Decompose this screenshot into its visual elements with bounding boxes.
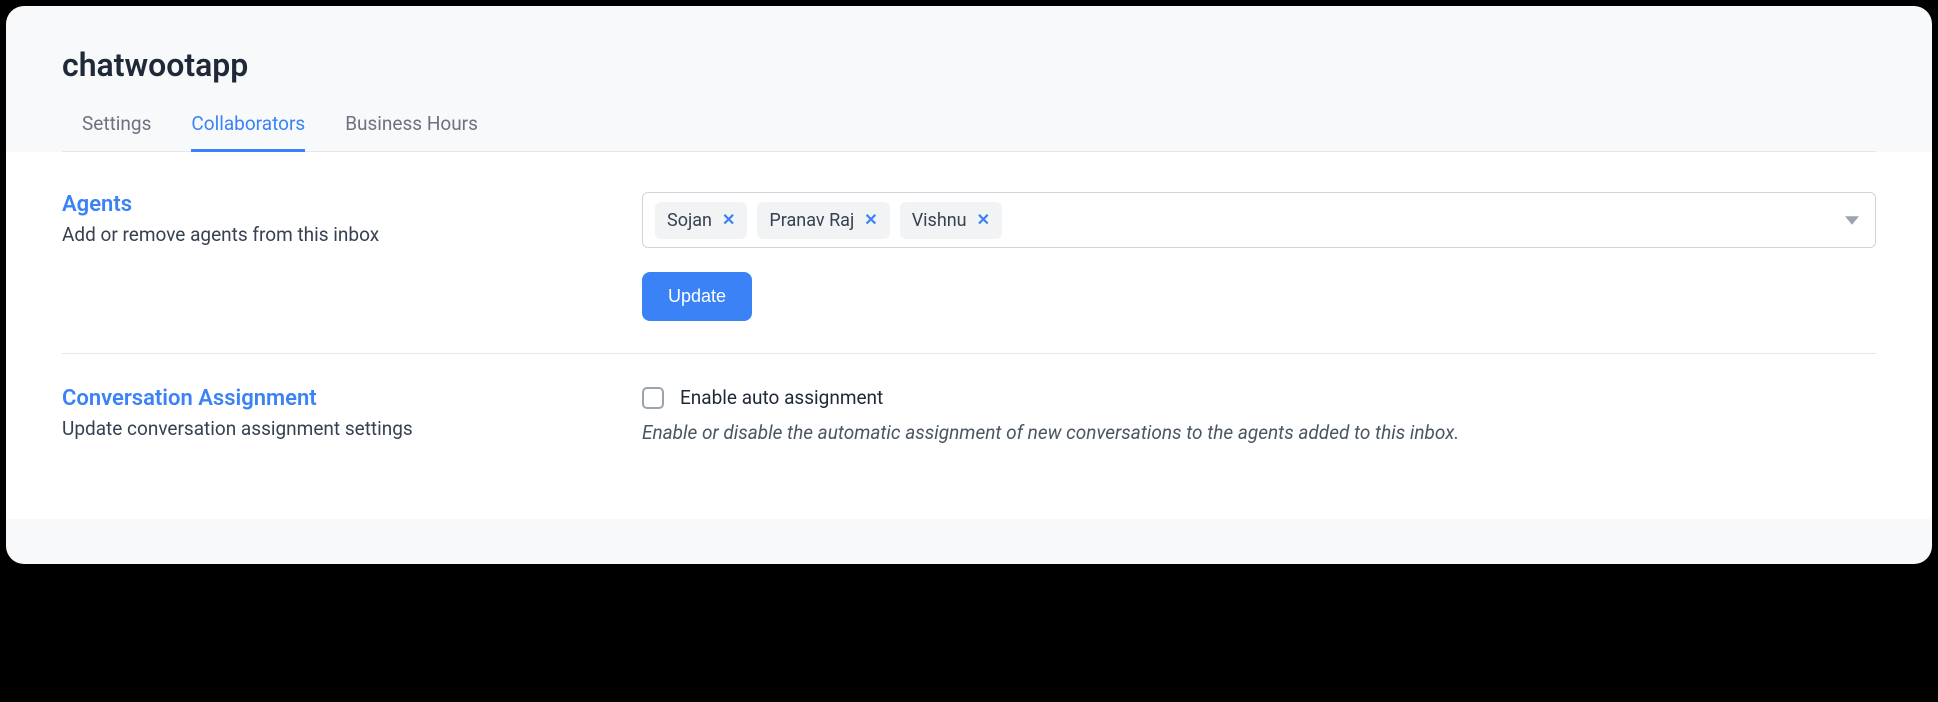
tabs: Settings Collaborators Business Hours — [62, 112, 1876, 152]
tab-settings[interactable]: Settings — [82, 112, 151, 152]
agents-controls: Sojan ✕ Pranav Raj ✕ Vishnu ✕ Upd — [642, 192, 1876, 321]
assignment-controls: Enable auto assignment Enable or disable… — [642, 386, 1876, 447]
remove-agent-icon[interactable]: ✕ — [977, 212, 990, 228]
agent-chip: Sojan ✕ — [655, 202, 747, 239]
chevron-down-icon[interactable] — [1845, 211, 1859, 230]
agent-chip-label: Pranav Raj — [769, 210, 854, 231]
tab-business-hours[interactable]: Business Hours — [345, 112, 478, 152]
auto-assignment-row: Enable auto assignment — [642, 386, 1876, 409]
update-button[interactable]: Update — [642, 272, 752, 321]
agents-description: Add or remove agents from this inbox — [62, 223, 602, 246]
agents-section-header: Agents Add or remove agents from this in… — [62, 192, 602, 321]
agents-section: Agents Add or remove agents from this in… — [62, 192, 1876, 353]
settings-window: chatwootapp Settings Collaborators Busin… — [6, 6, 1932, 564]
agents-multiselect[interactable]: Sojan ✕ Pranav Raj ✕ Vishnu ✕ — [642, 192, 1876, 248]
tab-collaborators[interactable]: Collaborators — [191, 112, 305, 152]
assignment-section-header: Conversation Assignment Update conversat… — [62, 386, 602, 447]
page-title: chatwootapp — [62, 46, 1876, 84]
content: Agents Add or remove agents from this in… — [6, 152, 1932, 519]
agent-chip-label: Vishnu — [912, 210, 967, 231]
header: chatwootapp Settings Collaborators Busin… — [6, 6, 1932, 152]
assignment-title: Conversation Assignment — [62, 386, 602, 411]
auto-assignment-help: Enable or disable the automatic assignme… — [642, 419, 1876, 447]
auto-assignment-checkbox[interactable] — [642, 387, 664, 409]
auto-assignment-label: Enable auto assignment — [680, 386, 883, 409]
remove-agent-icon[interactable]: ✕ — [864, 212, 877, 228]
agent-chip: Vishnu ✕ — [900, 202, 1002, 239]
agent-chip-label: Sojan — [667, 210, 712, 231]
agents-title: Agents — [62, 192, 602, 217]
agent-chip: Pranav Raj ✕ — [757, 202, 889, 239]
remove-agent-icon[interactable]: ✕ — [722, 212, 735, 228]
assignment-description: Update conversation assignment settings — [62, 417, 602, 440]
assignment-section: Conversation Assignment Update conversat… — [62, 353, 1876, 479]
